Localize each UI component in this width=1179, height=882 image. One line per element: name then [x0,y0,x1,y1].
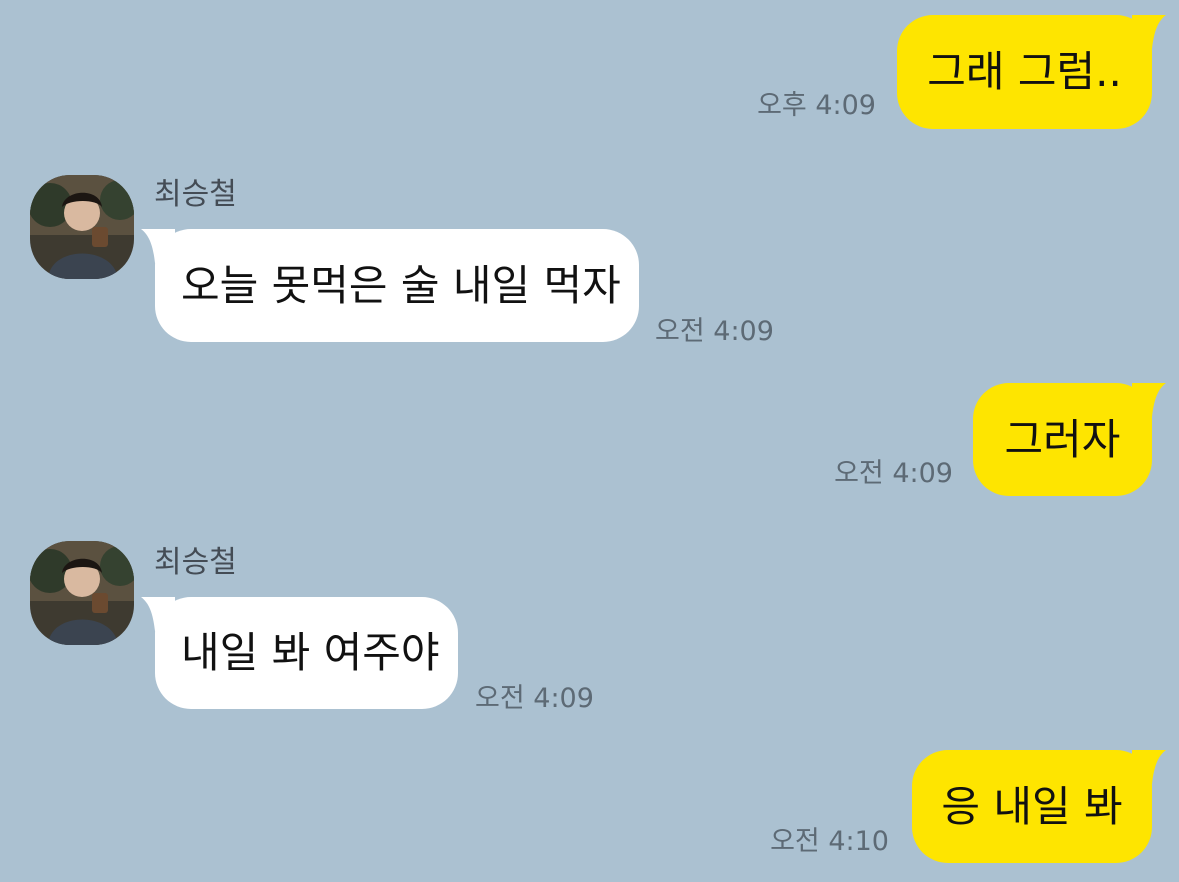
message-text: 그러자 [1004,414,1121,464]
message-time: 오전 4:09 [655,316,774,347]
outgoing-message-bubble[interactable]: 그러자 [973,383,1166,496]
bubble-tail-icon [141,597,175,631]
message-text: 내일 봐 여주야 [181,628,440,677]
outgoing-message-bubble[interactable]: 그래 그럼.. [897,15,1166,129]
incoming-message-bubble[interactable]: 내일 봐 여주야 [141,597,458,709]
profile-photo-avatar [30,541,134,645]
outgoing-message-bubble[interactable]: 응 내일 봐 [912,750,1166,863]
message-text: 응 내일 봐 [941,781,1123,831]
message-time: 오후 4:09 [757,90,876,121]
profile-photo-avatar [30,175,134,279]
message-time: 오전 4:09 [475,683,594,714]
bubble-tail-icon [141,229,175,263]
bubble-tail-icon [1132,383,1166,417]
chat-message-list[interactable]: 그래 그럼.. 오후 4:09 최승철 오늘 못먹은 술 내일 먹자 오전 4:… [0,0,1179,882]
message-text: 오늘 못먹은 술 내일 먹자 [181,260,621,310]
message-time: 오전 4:09 [834,458,953,489]
incoming-message-bubble[interactable]: 오늘 못먹은 술 내일 먹자 [141,229,639,342]
sender-avatar[interactable] [30,175,134,279]
sender-name: 최승철 [154,545,237,580]
message-time: 오전 4:10 [770,826,889,857]
bubble-tail-icon [1132,750,1166,784]
sender-avatar[interactable] [30,541,134,645]
sender-name: 최승철 [154,177,237,212]
message-text: 그래 그럼.. [927,47,1122,96]
bubble-tail-icon [1132,15,1166,49]
